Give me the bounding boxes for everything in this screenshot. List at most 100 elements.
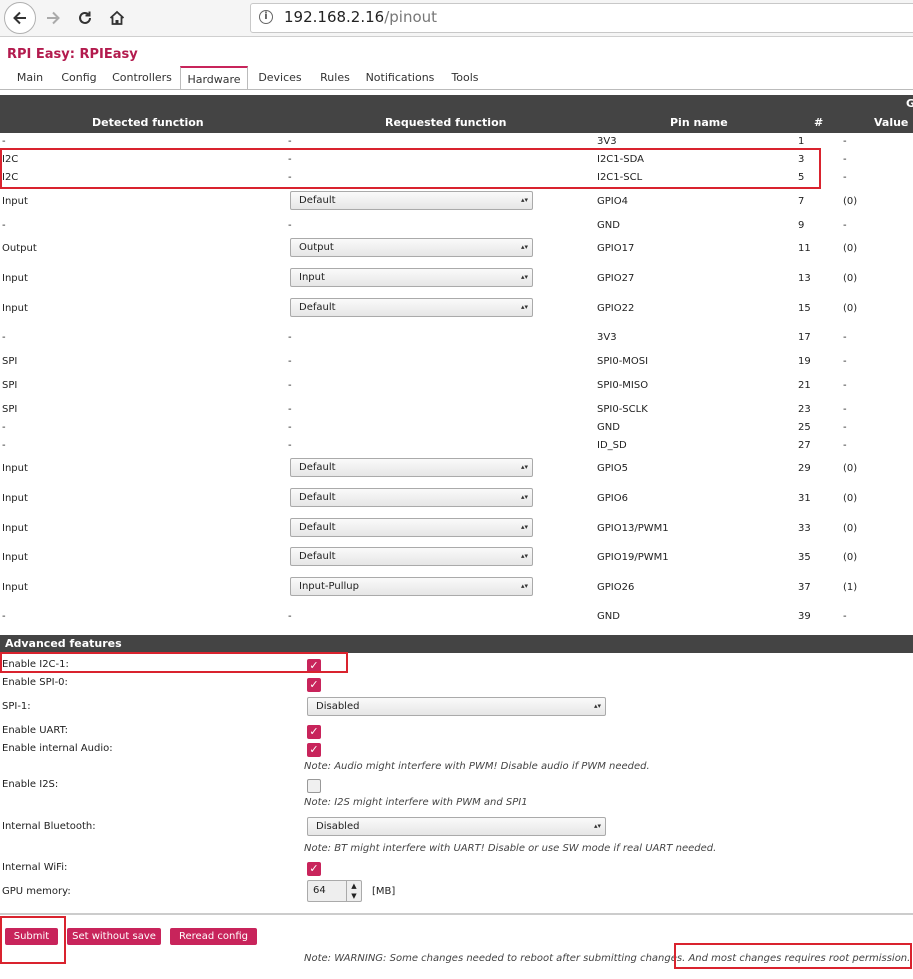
select-arrow-icon: ▴▾: [520, 493, 528, 501]
select-arrow-icon: ▴▾: [520, 303, 528, 311]
requested-function-cell: -: [288, 440, 292, 451]
enable-audio-label: Enable internal Audio:: [2, 743, 113, 754]
set-without-save-button[interactable]: Set without save: [67, 928, 161, 945]
detected-function-cell: Input: [2, 463, 28, 474]
pin-value-cell: -: [843, 136, 847, 147]
bluetooth-select[interactable]: Disabled ▴▾: [307, 817, 606, 836]
select-arrow-icon: ▴▾: [520, 582, 528, 590]
enable-spi0-label: Enable SPI-0:: [2, 677, 68, 688]
pin-name-cell: I2C1-SCL: [597, 172, 643, 183]
i2s-note: Note: I2S might interfere with PWM and S…: [304, 797, 528, 808]
tab-tools[interactable]: Tools: [443, 66, 487, 90]
pin-name-cell: GPIO5: [597, 463, 628, 474]
detected-function-cell: I2C: [2, 172, 19, 183]
tab-rules[interactable]: Rules: [312, 66, 358, 90]
tab-controllers[interactable]: Controllers: [106, 66, 178, 90]
spin-down-icon[interactable]: ▼: [347, 891, 361, 901]
requested-function-select[interactable]: Default ▴▾: [290, 547, 533, 566]
spin-up-icon[interactable]: ▲: [347, 881, 361, 891]
pin-value-cell: -: [843, 422, 847, 433]
tab-notifications[interactable]: Notifications: [360, 66, 440, 90]
detected-function-cell: Output: [2, 243, 37, 254]
select-arrow-icon: ▴▾: [593, 702, 601, 710]
app-title: RPI Easy: RPIEasy: [7, 47, 138, 62]
enable-uart-checkbox[interactable]: ✓: [307, 725, 321, 739]
pin-name-cell: SPI0-MOSI: [597, 356, 649, 367]
back-button[interactable]: [4, 2, 36, 34]
requested-function-select[interactable]: Default ▴▾: [290, 518, 533, 537]
requested-function-select[interactable]: Default ▴▾: [290, 191, 533, 210]
requested-function-cell: -: [288, 356, 292, 367]
home-button[interactable]: [102, 3, 132, 33]
info-icon[interactable]: i: [259, 10, 273, 24]
tab-hardware[interactable]: Hardware: [180, 66, 248, 90]
pin-name-cell: GPIO22: [597, 303, 635, 314]
select-arrow-icon: ▴▾: [520, 273, 528, 281]
requested-function-select[interactable]: Output ▴▾: [290, 238, 533, 257]
pin-name-cell: SPI0-SCLK: [597, 404, 648, 415]
requested-function-value: Input-Pullup: [299, 581, 359, 592]
requested-function-cell: -: [288, 404, 292, 415]
select-arrow-icon: ▴▾: [520, 523, 528, 531]
pin-value-cell: -: [843, 404, 847, 415]
gpu-memory-label: GPU memory:: [2, 886, 71, 897]
pin-name-cell: SPI0-MISO: [597, 380, 649, 391]
enable-i2c1-checkbox[interactable]: ✓: [307, 659, 321, 673]
requested-function-value: Default: [299, 195, 336, 206]
submit-button[interactable]: Submit: [5, 928, 58, 945]
requested-function-select[interactable]: Input-Pullup ▴▾: [290, 577, 533, 596]
enable-i2s-label: Enable I2S:: [2, 779, 59, 790]
pin-value-cell: (0): [843, 243, 858, 254]
select-arrow-icon: ▴▾: [593, 822, 601, 830]
gpu-memory-stepper[interactable]: ▲ ▼: [346, 881, 361, 901]
spi1-select[interactable]: Disabled ▴▾: [307, 697, 606, 716]
pin-number-cell: 35: [798, 552, 811, 563]
pin-value-cell: -: [843, 332, 847, 343]
pin-number-cell: 33: [798, 523, 811, 534]
address-bar[interactable]: i 192.168.2.16/pinout: [250, 3, 913, 33]
requested-function-select[interactable]: Default ▴▾: [290, 488, 533, 507]
reload-button[interactable]: [70, 3, 100, 33]
arrow-right-icon: [47, 11, 60, 25]
header-detected: Detected function: [92, 116, 204, 129]
tab-config[interactable]: Config: [54, 66, 104, 90]
select-arrow-icon: ▴▾: [520, 552, 528, 560]
requested-function-value: Default: [299, 462, 336, 473]
detected-function-cell: -: [2, 611, 6, 622]
forward-button[interactable]: [38, 3, 68, 33]
requested-function-select[interactable]: Default ▴▾: [290, 458, 533, 477]
enable-i2s-checkbox[interactable]: [307, 779, 321, 793]
pin-value-cell: -: [843, 220, 847, 231]
detected-function-cell: Input: [2, 273, 28, 284]
url-host: 192.168.2.16: [284, 8, 385, 26]
advanced-features-header: Advanced features: [0, 635, 913, 653]
requested-function-select[interactable]: Default ▴▾: [290, 298, 533, 317]
pin-number-cell: 37: [798, 582, 811, 593]
pin-name-cell: 3V3: [597, 136, 617, 147]
detected-function-cell: Input: [2, 493, 28, 504]
pin-value-cell: -: [843, 380, 847, 391]
tab-divider: [0, 89, 913, 90]
gpu-memory-input[interactable]: 64 ▲ ▼: [307, 880, 362, 902]
url-text[interactable]: 192.168.2.16/pinout: [284, 8, 437, 26]
detected-function-cell: -: [2, 440, 6, 451]
divider: [0, 913, 913, 915]
header-pin-name: Pin name: [670, 116, 728, 129]
pin-number-cell: 19: [798, 356, 811, 367]
requested-function-select[interactable]: Input ▴▾: [290, 268, 533, 287]
requested-function-value: Output: [299, 242, 334, 253]
pin-number-cell: 39: [798, 611, 811, 622]
tab-main[interactable]: Main: [8, 66, 52, 90]
requested-function-cell: -: [288, 172, 292, 183]
tab-devices[interactable]: Devices: [251, 66, 309, 90]
detected-function-cell: Input: [2, 523, 28, 534]
enable-audio-checkbox[interactable]: ✓: [307, 743, 321, 757]
home-icon: [109, 10, 125, 25]
pin-name-cell: GPIO19/PWM1: [597, 552, 669, 563]
enable-spi0-checkbox[interactable]: ✓: [307, 678, 321, 692]
reread-config-button[interactable]: Reread config: [170, 928, 257, 945]
wifi-checkbox[interactable]: ✓: [307, 862, 321, 876]
requested-function-value: Default: [299, 522, 336, 533]
enable-i2c1-label: Enable I2C-1:: [2, 659, 69, 670]
pin-value-cell: (0): [843, 552, 858, 563]
